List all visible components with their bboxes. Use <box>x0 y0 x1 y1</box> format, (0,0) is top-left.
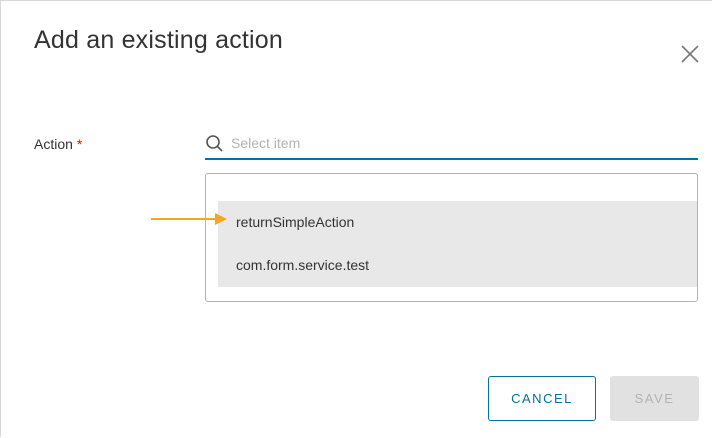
close-icon <box>681 45 699 63</box>
save-button[interactable]: SAVE <box>610 376 699 421</box>
list-item-label: com.form.service.test <box>236 257 370 273</box>
search-icon <box>206 135 223 152</box>
search-input[interactable] <box>231 135 671 151</box>
action-field-label: Action * <box>34 136 82 152</box>
action-label-text: Action <box>34 136 73 152</box>
action-dropdown-list: returnSimpleAction com.form.service.test <box>205 173 698 302</box>
modal-title: Add an existing action <box>34 26 284 54</box>
cancel-button[interactable]: CANCEL <box>488 376 596 421</box>
action-search-field[interactable] <box>205 132 698 160</box>
add-action-modal: Add an existing action Action* returnSim… <box>0 0 712 437</box>
list-item-com-form-service-test[interactable]: com.form.service.test <box>218 244 697 287</box>
required-marker: * <box>76 136 83 152</box>
list-item-return-simple-action[interactable]: returnSimpleAction <box>218 201 697 244</box>
list-item-label: returnSimpleAction <box>236 214 355 230</box>
arrow-right-icon <box>151 213 227 225</box>
close-button[interactable] <box>679 43 701 65</box>
